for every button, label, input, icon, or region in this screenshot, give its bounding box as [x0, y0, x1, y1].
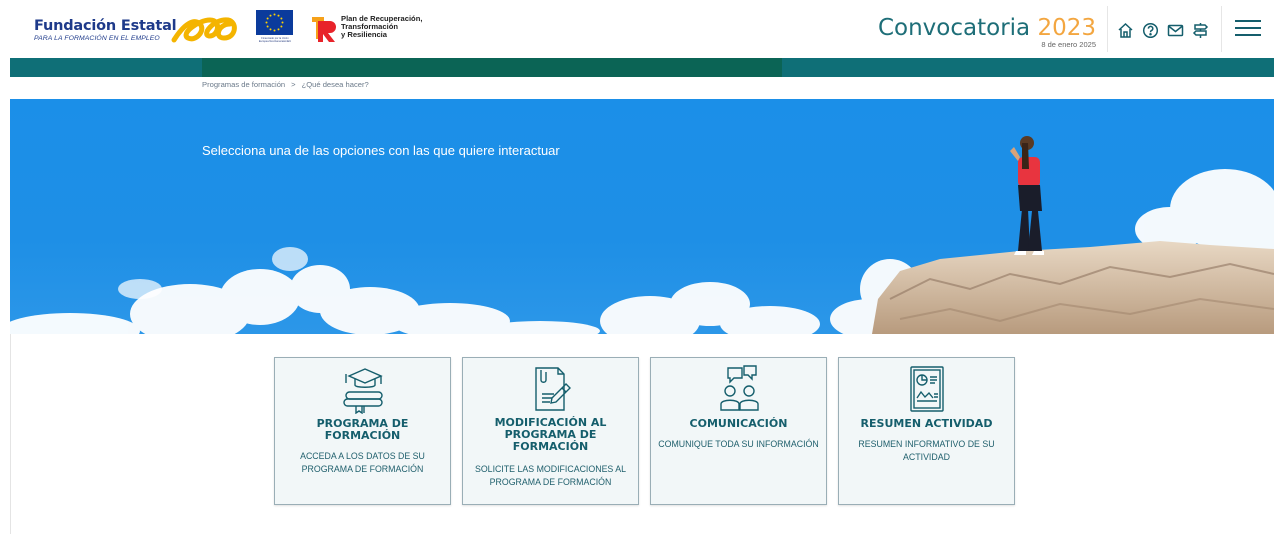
card-resumen-actividad[interactable]: RESUMEN ACTIVIDAD RESUMEN INFORMATIVO DE… — [838, 357, 1015, 505]
card-comunicacion[interactable]: COMUNICACIÓN COMUNIQUE TODA SU INFORMACI… — [650, 357, 827, 505]
breadcrumb: Programas de formación > ¿Qué desea hacer? — [202, 80, 369, 89]
tr-logo-icon — [312, 17, 336, 42]
hero-text: Selecciona una de las opciones con las q… — [202, 143, 560, 158]
header-icon-bar — [1116, 21, 1209, 39]
page-left-rule — [10, 334, 11, 534]
document-edit-icon — [534, 367, 571, 411]
card-title: COMUNICACIÓN — [689, 417, 788, 430]
card-modificacion-programa[interactable]: MODIFICACIÓN AL PROGRAMA DE FORMACIÓN SO… — [462, 357, 639, 505]
card-description: COMUNIQUE TODA SU INFORMACIÓN — [658, 439, 819, 449]
breadcrumb-programas[interactable]: Programas de formación — [202, 80, 285, 89]
breadcrumb-current: ¿Qué desea hacer? — [301, 80, 369, 89]
brand-title: Fundación Estatal — [34, 18, 177, 34]
home-icon[interactable] — [1116, 21, 1134, 39]
card-programa-formacion[interactable]: PROGRAMA DE FORMACIÓN ACCEDA A LOS DATOS… — [274, 357, 451, 505]
help-icon[interactable] — [1141, 21, 1159, 39]
convocatoria-date: 8 de enero 2025 — [1041, 40, 1096, 49]
card-title: MODIFICACIÓN AL PROGRAMA DE FORMACIÓN — [494, 416, 607, 453]
plan-line-3: y Resiliencia — [341, 30, 388, 39]
mail-icon[interactable] — [1166, 21, 1184, 39]
hero-illustration — [10, 136, 1274, 334]
fundae-logo[interactable]: Fundación Estatal PARA LA FORMACIÓN EN E… — [34, 18, 177, 43]
card-title: RESUMEN ACTIVIDAD — [860, 417, 993, 430]
header-divider — [1221, 6, 1222, 52]
eu-caption: Financiado por la Unión Europea NextGene… — [258, 37, 292, 43]
convocatoria-block: Convocatoria 2023 8 de enero 2025 — [878, 14, 1096, 49]
infinity-logo-icon — [171, 17, 237, 43]
hero-banner: Selecciona una de las opciones con las q… — [10, 99, 1274, 334]
people-chat-icon — [719, 365, 759, 411]
teal-band-inner — [202, 58, 782, 77]
hamburger-menu-icon[interactable] — [1235, 19, 1261, 37]
options-cards: PROGRAMA DE FORMACIÓN ACCEDA A LOS DATOS… — [274, 357, 1015, 505]
card-description: RESUMEN INFORMATIVO DE SU ACTIVIDAD — [858, 439, 995, 462]
card-description: ACCEDA A LOS DATOS DE SU PROGRAMA DE FOR… — [300, 451, 425, 474]
header-divider — [1107, 6, 1108, 52]
card-title: PROGRAMA DE FORMACIÓN — [316, 417, 409, 442]
convocatoria-year: 2023 — [1037, 15, 1096, 41]
site-header: Fundación Estatal PARA LA FORMACIÓN EN E… — [0, 0, 1274, 58]
card-description: SOLICITE LAS MODIFICACIONES AL PROGRAMA … — [474, 464, 627, 487]
breadcrumb-separator: > — [291, 80, 296, 89]
plan-recuperacion-text: Plan de Recuperación, Transformación y R… — [341, 15, 422, 39]
convocatoria-title: Convocatoria 2023 — [878, 14, 1096, 42]
convocatoria-label: Convocatoria — [877, 15, 1031, 41]
eu-flag-icon — [256, 10, 293, 35]
brand-subtitle: PARA LA FORMACIÓN EN EL EMPLEO — [34, 35, 160, 42]
signpost-icon[interactable] — [1191, 21, 1209, 39]
graduation-cap-icon — [342, 368, 383, 414]
report-chart-icon — [909, 366, 944, 412]
